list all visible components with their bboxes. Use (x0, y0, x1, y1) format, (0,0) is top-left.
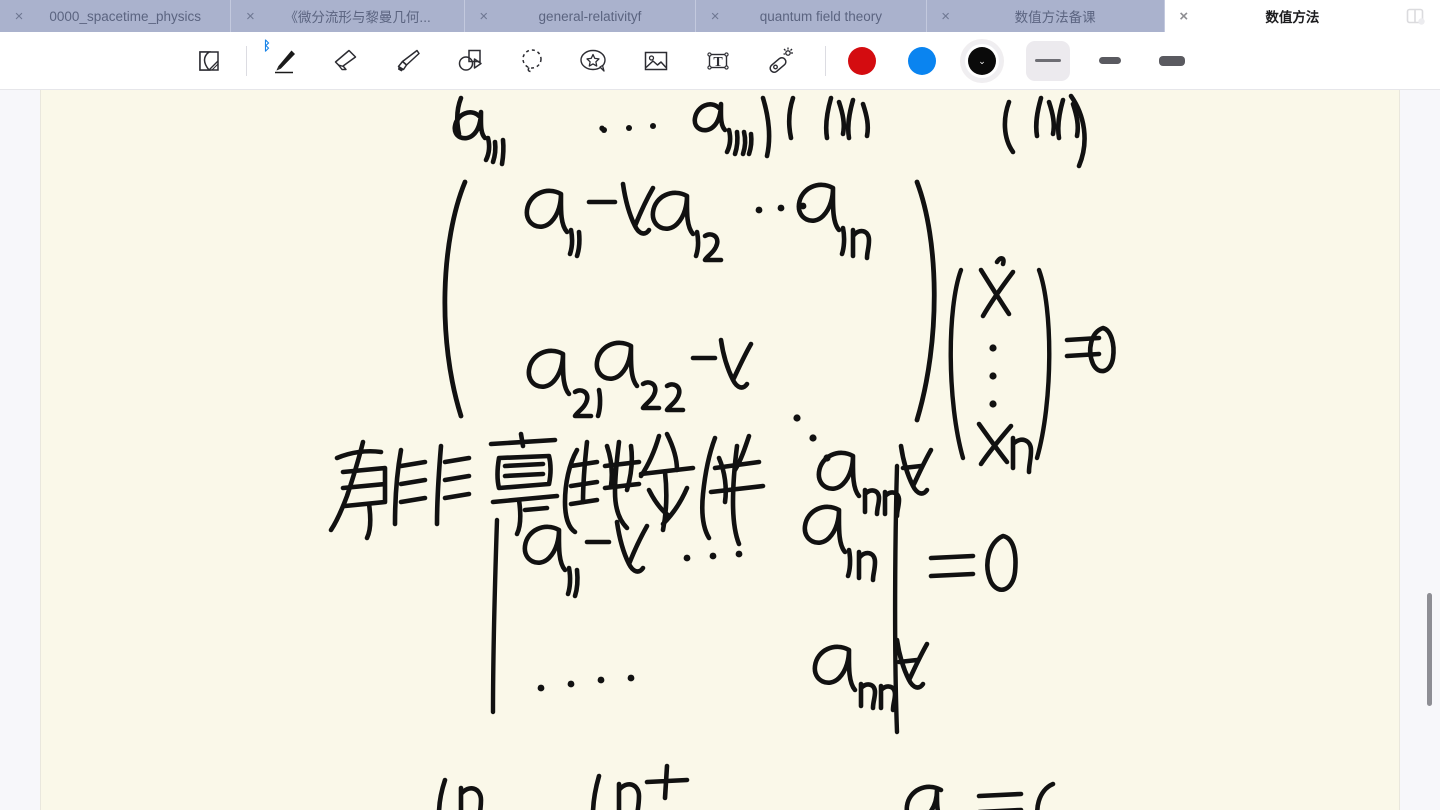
color-dot (848, 46, 876, 75)
close-icon[interactable]: × (704, 1, 726, 31)
stroke-width-medium[interactable] (1088, 41, 1132, 81)
drawing-toolbar: ᛒ T ⌄ (0, 32, 1440, 90)
canvas-area[interactable]: · (0, 90, 1440, 810)
page-fold-icon[interactable] (187, 39, 231, 83)
magic-wand-icon[interactable] (758, 39, 802, 83)
svg-text:T: T (713, 55, 723, 70)
tab-label: 《微分流形与黎曼几何... (284, 10, 431, 25)
tab-bar: × 0000_spacetime_physics × 《微分流形与黎曼几何...… (0, 0, 1440, 32)
image-icon[interactable] (634, 39, 678, 83)
eraser-icon[interactable] (324, 39, 368, 83)
handwritten-ink-layer: · (328, 93, 1116, 810)
close-icon[interactable]: × (473, 1, 495, 31)
close-icon[interactable]: × (239, 1, 261, 31)
tab-label: 数值方法备课 (1014, 10, 1096, 25)
chevron-down-icon: ⌄ (978, 56, 986, 66)
color-swatch-blue[interactable] (900, 39, 944, 83)
tab-numerical-methods[interactable]: × 数值方法 (1164, 0, 1401, 32)
tab-differential-manifolds[interactable]: × 《微分流形与黎曼几何... (231, 0, 465, 32)
stroke-width-thick[interactable] (1150, 41, 1194, 81)
sticker-icon[interactable] (572, 39, 616, 83)
toolbar-divider (246, 45, 247, 76)
app-window: × 0000_spacetime_physics × 《微分流形与黎曼几何...… (0, 0, 1440, 810)
text-box-icon[interactable]: T (696, 39, 740, 83)
vertical-scrollbar[interactable] (1425, 90, 1437, 810)
tab-label: 数值方法 (1265, 10, 1320, 25)
bluetooth-icon: ᛒ (263, 37, 271, 53)
color-swatch-red[interactable] (840, 39, 884, 83)
close-icon[interactable]: × (1173, 1, 1195, 31)
tab-0000-spacetime-physics[interactable]: × 0000_spacetime_physics (0, 0, 232, 32)
scrollbar-thumb[interactable] (1427, 593, 1432, 706)
toolbar-divider-colors (825, 45, 826, 76)
tab-label: general-relativityf (538, 8, 642, 24)
color-swatch-black[interactable]: ⌄ (960, 38, 1004, 83)
close-icon[interactable]: × (935, 1, 957, 31)
tab-numerical-methods-prep[interactable]: × 数值方法备课 (926, 0, 1165, 32)
pen-icon[interactable]: ᛒ (262, 39, 306, 83)
close-icon[interactable]: × (8, 1, 30, 31)
note-page[interactable]: · (40, 90, 1400, 810)
split-view-icon[interactable] (1400, 1, 1430, 31)
stroke-bar (1099, 57, 1121, 64)
color-dot (908, 46, 936, 75)
color-dot: ⌄ (968, 46, 996, 75)
tab-label: 0000_spacetime_physics (49, 8, 201, 24)
lasso-select-icon[interactable] (510, 39, 554, 83)
stroke-bar (1159, 55, 1185, 66)
stroke-width-thin[interactable] (1026, 40, 1070, 81)
tab-bar-right-controls (1400, 0, 1440, 32)
stroke-bar (1035, 59, 1061, 62)
shapes-icon[interactable] (448, 39, 492, 83)
tab-quantum-field-theory[interactable]: × quantum field theory (696, 0, 927, 32)
highlighter-icon[interactable] (386, 39, 430, 83)
tab-label: quantum field theory (759, 8, 883, 24)
tab-general-relativityf[interactable]: × general-relativityf (464, 0, 697, 32)
